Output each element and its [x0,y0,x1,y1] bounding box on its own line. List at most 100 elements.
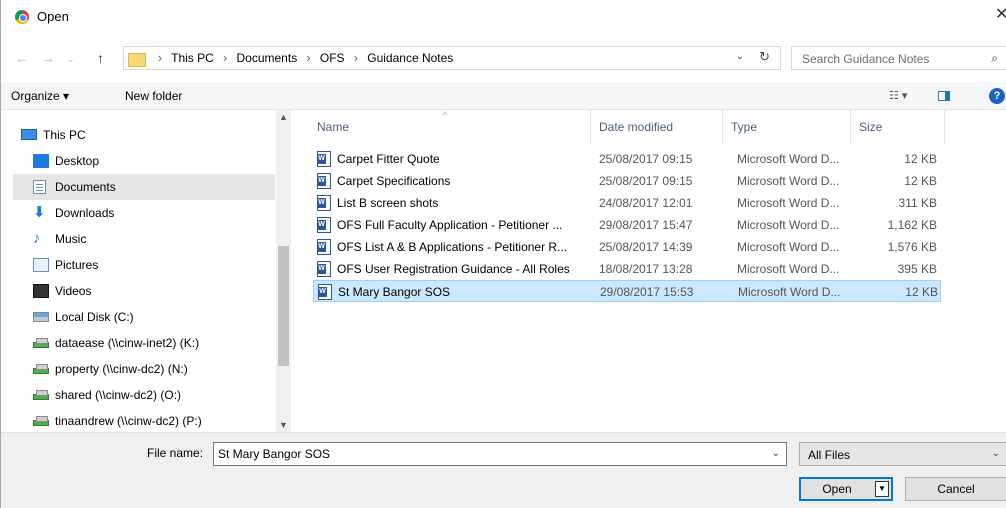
network-drive-icon [33,416,49,426]
breadcrumb-this-pc[interactable]: This PC [171,51,214,65]
local-disk-icon [33,312,49,322]
new-folder-button[interactable]: New folder [125,89,182,103]
breadcrumb-ofs[interactable]: OFS [320,51,345,65]
nav-item-label: Desktop [55,154,100,168]
column-header-type[interactable]: Type [723,110,851,144]
column-header-label: Size [859,120,883,134]
file-name-label: File name: [147,446,204,460]
column-header-name[interactable]: ^ Name [309,110,591,144]
nav-item-shared-drive[interactable]: shared (\\cinw-dc2) (O:) [13,382,275,408]
file-name: St Mary Bangor SOS [338,285,451,299]
breadcrumb-separator-icon: › [158,51,162,65]
forward-arrow-icon[interactable]: → [41,50,55,66]
nav-item-videos[interactable]: Videos [13,278,275,304]
nav-item-local-disk[interactable]: Local Disk (C:) [13,304,275,330]
file-type: Microsoft Word D... [737,196,840,210]
word-document-icon [317,217,331,233]
file-size: 12 KB [905,285,938,299]
desktop-icon [33,154,49,168]
network-drive-icon [33,390,49,400]
command-bar: Organize ▾ New folder ☷ ▾ ? [1,82,1006,110]
nav-item-pictures[interactable]: Pictures [13,252,275,278]
up-arrow-icon[interactable]: ↑ [97,50,104,66]
file-name-input[interactable] [214,443,754,465]
file-size: 1,162 KB [887,218,937,232]
recent-locations-chevron-icon[interactable]: ⌄ [67,54,75,65]
refresh-icon[interactable]: ↻ [759,49,770,65]
file-name: OFS List A & B Applications - Petitioner… [337,240,568,254]
file-type-filter[interactable]: All Files ⌄ [799,442,1006,466]
file-row[interactable]: List B screen shots 24/08/2017 12:01 Mic… [313,192,941,214]
nav-item-music[interactable]: ♪ Music [13,226,275,252]
file-row[interactable]: OFS List A & B Applications - Petitioner… [313,236,941,258]
chevron-down-icon[interactable]: ⌄ [736,51,744,62]
file-row-selected[interactable]: St Mary Bangor SOS 29/08/2017 15:53 Micr… [313,280,941,302]
nav-item-label: Pictures [55,258,99,272]
change-view-icon[interactable]: ☷ ▾ [889,89,907,102]
nav-item-label: Local Disk (C:) [55,310,134,324]
column-header-size[interactable]: Size [851,110,945,144]
search-input[interactable]: Search Guidance Notes ⌕ [791,46,1006,70]
file-type: Microsoft Word D... [737,174,840,188]
file-row[interactable]: Carpet Specifications 25/08/2017 09:15 M… [313,170,941,192]
search-placeholder: Search Guidance Notes [802,52,930,66]
file-date: 29/08/2017 15:47 [599,218,693,232]
nav-item-property-drive[interactable]: property (\\cinw-dc2) (N:) [13,356,275,382]
breadcrumb-guidance-notes[interactable]: Guidance Notes [367,51,453,65]
nav-item-label: This PC [43,128,86,142]
organize-button[interactable]: Organize ▾ [11,89,69,103]
word-document-icon [317,195,331,211]
nav-item-this-pc[interactable]: This PC [13,122,275,148]
file-row[interactable]: Carpet Fitter Quote 25/08/2017 09:15 Mic… [313,148,941,170]
column-header-date[interactable]: Date modified [591,110,723,144]
documents-icon [33,180,46,194]
file-name-field[interactable]: ⌄ [213,442,787,466]
word-document-icon [318,284,332,300]
file-size: 311 KB [898,196,937,210]
chevron-down-icon: ⌄ [991,448,1000,459]
file-row[interactable]: OFS User Registration Guidance - All Rol… [313,258,941,280]
nav-item-label: Videos [55,284,92,298]
scroll-up-icon[interactable]: ▲ [279,112,288,122]
file-size: 12 KB [904,174,937,188]
scrollbar-thumb[interactable] [278,246,289,366]
file-type: Microsoft Word D... [737,218,840,232]
cancel-button[interactable]: Cancel [905,477,1006,501]
help-icon[interactable]: ? [989,88,1005,104]
nav-item-desktop[interactable]: Desktop [13,148,275,174]
file-name: List B screen shots [337,196,439,210]
word-document-icon [317,151,331,167]
column-header-label: Name [317,120,350,134]
chrome-icon [15,10,29,24]
network-drive-icon [33,364,49,374]
word-document-icon [317,239,331,255]
back-arrow-icon[interactable]: ← [15,50,29,66]
file-type-filter-value: All Files [808,448,851,462]
preview-pane-icon[interactable] [938,91,950,101]
nav-scrollbar[interactable]: ▲ ▼ [276,110,291,432]
nav-item-dataease-drive[interactable]: dataease (\\cinw-inet2) (K:) [13,330,275,356]
nav-item-downloads[interactable]: ⬇ Downloads [13,200,275,226]
chevron-down-icon[interactable]: ⌄ [772,448,780,459]
file-row[interactable]: OFS Full Faculty Application - Petitione… [313,214,941,236]
file-date: 25/08/2017 09:15 [599,174,693,188]
music-icon: ♪ [33,230,41,247]
scroll-down-icon[interactable]: ▼ [279,420,288,430]
open-button-label: Open [822,482,852,496]
navigation-pane: This PC Desktop Documents ⬇ Downloads ♪ … [1,110,291,432]
network-drive-icon [33,338,49,348]
nav-item-label: tinaandrew (\\cinw-dc2) (P:) [55,414,202,428]
nav-item-label: Music [55,232,87,246]
nav-item-tinaandrew-drive[interactable]: tinaandrew (\\cinw-dc2) (P:) [13,408,275,432]
open-split-dropdown-icon[interactable]: ▼ [875,481,889,497]
nav-item-label: property (\\cinw-dc2) (N:) [55,362,188,376]
close-icon[interactable]: ✕ [995,4,1006,24]
file-type: Microsoft Word D... [737,262,840,276]
address-bar[interactable]: › This PC › Documents › OFS › Guidance N… [123,46,781,70]
open-button[interactable]: Open ▼ [799,477,893,501]
file-date: 25/08/2017 09:15 [599,152,693,166]
breadcrumb-documents[interactable]: Documents [237,51,298,65]
nav-item-documents[interactable]: Documents [13,174,275,200]
breadcrumb-separator-icon: › [223,51,228,65]
file-size: 1,576 KB [887,240,937,254]
